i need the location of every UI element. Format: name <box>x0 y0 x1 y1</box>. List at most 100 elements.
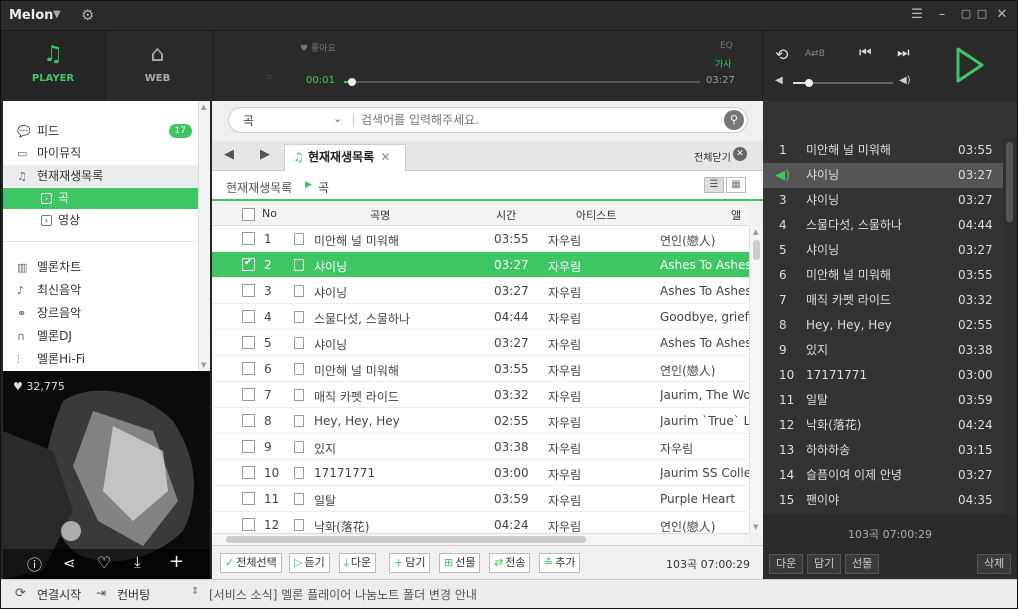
grid-view-icon[interactable]: ▦ <box>726 177 746 193</box>
sidebar-item-new[interactable]: ♪ 최신음악 <box>3 279 198 301</box>
sidebar-item-mymusic[interactable]: ▭ 마이뮤직 <box>3 142 198 164</box>
row-album[interactable]: 자우림 <box>660 440 749 457</box>
row-checkbox[interactable] <box>242 518 255 531</box>
sidebar-item-dj[interactable]: ∩ 멜론DJ <box>3 325 198 347</box>
row-checkbox[interactable] <box>242 284 255 297</box>
lyrics-doc-icon[interactable] <box>294 415 304 427</box>
row-artist[interactable]: 자우림 <box>548 310 581 327</box>
add-button[interactable]: + 담기 <box>389 553 431 573</box>
sidebar-item-hifi[interactable]: ⫶ 멜론Hi-Fi <box>3 348 198 370</box>
menu-dropdown-icon[interactable]: ▼ <box>53 9 61 20</box>
lyrics-doc-icon[interactable] <box>294 363 304 375</box>
next-icon[interactable]: ⏭ <box>897 45 910 61</box>
row-checkbox[interactable] <box>242 414 255 427</box>
row-title[interactable]: 스물다섯, 스물하나 <box>314 310 464 327</box>
search-input[interactable] <box>361 111 711 129</box>
lyrics-doc-icon[interactable] <box>294 285 304 297</box>
row-artist[interactable]: 자우림 <box>548 388 581 405</box>
search-category-select[interactable]: 곡 <box>243 112 254 129</box>
lyrics-doc-icon[interactable] <box>294 493 304 505</box>
playlist-item[interactable]: 9 있지 03:38 <box>763 338 1003 363</box>
info-icon[interactable]: ⓘ <box>27 554 42 575</box>
lyrics-doc-icon[interactable] <box>294 467 304 479</box>
row-album[interactable]: Goodbye, grief. <box>660 310 749 324</box>
album-likes[interactable]: ♥ 32,775 <box>13 380 65 393</box>
close-all-tabs-label[interactable]: 전체닫기 <box>694 149 731 164</box>
row-album[interactable]: 연인(戀人) <box>660 362 749 379</box>
row-artist[interactable]: 자우림 <box>548 232 581 249</box>
row-artist[interactable]: 자우림 <box>548 518 581 533</box>
scroll-up-icon[interactable]: ▲ <box>753 228 758 236</box>
row-artist[interactable]: 자우림 <box>548 466 581 483</box>
playlist-item[interactable]: 4 스물다섯, 스물하나 04:44 <box>763 213 1003 238</box>
sidebar-item-chart[interactable]: ▥ 멜론차트 <box>3 256 198 278</box>
row-title[interactable]: 샤이닝 <box>314 258 464 275</box>
volume-max-icon[interactable]: ◀) <box>899 75 911 86</box>
playlist-item[interactable]: 13 하하하송 03:15 <box>763 438 1003 463</box>
row-artist[interactable]: 자우림 <box>548 492 581 509</box>
table-row[interactable]: 7 매직 카펫 라이드 03:32 자우림 Jaurim, The Wonder <box>212 382 749 408</box>
gift-button[interactable]: ⊞ 선물 <box>439 553 481 573</box>
close-icon[interactable]: ✕ <box>993 7 1011 22</box>
sidebar-item-genre[interactable]: ⚭ 장르음악 <box>3 302 198 324</box>
lyrics-doc-icon[interactable] <box>294 311 304 323</box>
sidebar-item-feed[interactable]: 💬 피드 17 <box>3 120 198 142</box>
scroll-thumb[interactable] <box>1006 142 1013 222</box>
col-title[interactable]: 곡명 <box>370 207 390 223</box>
table-row[interactable]: 6 미안해 널 미워해 03:55 자우림 연인(戀人) <box>212 356 749 382</box>
row-album[interactable]: Ashes To Ashes <box>660 258 749 272</box>
playlist-scrollbar[interactable] <box>1003 138 1017 514</box>
lyrics-doc-icon[interactable] <box>294 233 304 245</box>
search-icon[interactable]: ⚲ <box>724 110 744 130</box>
eq-button[interactable]: EQ <box>720 41 733 51</box>
playlist-item[interactable]: 8 Hey, Hey, Hey 02:55 <box>763 313 1003 338</box>
row-checkbox[interactable] <box>242 257 255 271</box>
connect-button[interactable]: 연결시작 <box>37 586 81 603</box>
table-row[interactable]: 1 미안해 널 미워해 03:55 자우림 연인(戀人) <box>212 226 749 252</box>
row-title[interactable]: 미안해 널 미워해 <box>314 232 464 249</box>
web-tab[interactable]: ⌂ WEB <box>105 31 209 101</box>
notice-text[interactable]: [서비스 소식] 멜론 플레이어 나눔노트 폴더 변경 안내 <box>209 586 477 603</box>
row-artist[interactable]: 자우림 <box>548 362 581 379</box>
row-artist[interactable]: 자우림 <box>548 414 581 431</box>
tab-now-playing[interactable]: ♫ 현재재생목록 ✕ <box>284 144 406 171</box>
row-album[interactable]: Jaurim, The Wonder <box>660 388 749 402</box>
lyrics-doc-icon[interactable] <box>294 389 304 401</box>
scroll-down-icon[interactable]: ▼ <box>753 523 758 531</box>
table-row[interactable]: 11 일탈 03:59 자우림 Purple Heart <box>212 486 749 512</box>
playlist-item[interactable]: 10 17171771 03:00 <box>763 363 1003 388</box>
player-tab[interactable]: ♫ PLAYER <box>1 31 105 101</box>
row-checkbox[interactable] <box>242 388 255 401</box>
playlist-item[interactable]: 7 매직 카펫 라이드 03:32 <box>763 288 1003 313</box>
breadcrumb-root[interactable]: 현재재생목록 <box>226 179 292 196</box>
lyrics-doc-icon[interactable] <box>294 337 304 349</box>
playlist-item[interactable]: 1 미안해 널 미워해 03:55 <box>763 138 1003 163</box>
row-title[interactable]: 미안해 널 미워해 <box>314 362 464 379</box>
table-row[interactable]: 8 Hey, Hey, Hey 02:55 자우림 Jaurim `True` Live <box>212 408 749 434</box>
lyrics-doc-icon[interactable] <box>294 519 304 531</box>
row-title[interactable]: 매직 카펫 라이드 <box>314 388 464 405</box>
volume-track[interactable] <box>793 79 893 87</box>
sidebar-scrollbar[interactable]: ▲ ▼ <box>198 101 210 371</box>
table-horizontal-scrollbar[interactable] <box>212 533 749 545</box>
repeat-icon[interactable]: ⟲ <box>775 45 788 64</box>
row-title[interactable]: Hey, Hey, Hey <box>314 414 464 428</box>
col-artist[interactable]: 아티스트 <box>576 207 616 223</box>
more-button[interactable]: ≛ 추가 <box>539 553 581 573</box>
chevron-down-icon[interactable]: ⌄ <box>333 112 342 125</box>
table-row[interactable]: 9 있지 03:38 자우림 자우림 <box>212 434 749 460</box>
row-title[interactable]: 일탈 <box>314 492 464 509</box>
playlist-download-button[interactable]: 다운 <box>769 554 804 574</box>
row-artist[interactable]: 자우림 <box>548 258 581 275</box>
playlist-item[interactable]: 3 샤이닝 03:27 <box>763 188 1003 213</box>
download-button[interactable]: ⤓ 다운 <box>339 553 377 573</box>
previous-icon[interactable]: ⏮ <box>859 45 872 61</box>
row-title[interactable]: 낙화(落花) <box>314 518 464 533</box>
row-checkbox[interactable] <box>242 440 255 453</box>
row-album[interactable]: Purple Heart <box>660 492 749 506</box>
select-all-button[interactable]: ✓ 전체선택 <box>220 553 282 573</box>
mute-icon[interactable]: ◀ <box>775 75 783 86</box>
volume-handle[interactable] <box>805 79 813 87</box>
row-album[interactable]: Jaurim `True` Live <box>660 414 749 428</box>
table-row[interactable]: 12 낙화(落花) 04:24 자우림 연인(戀人) <box>212 512 749 533</box>
